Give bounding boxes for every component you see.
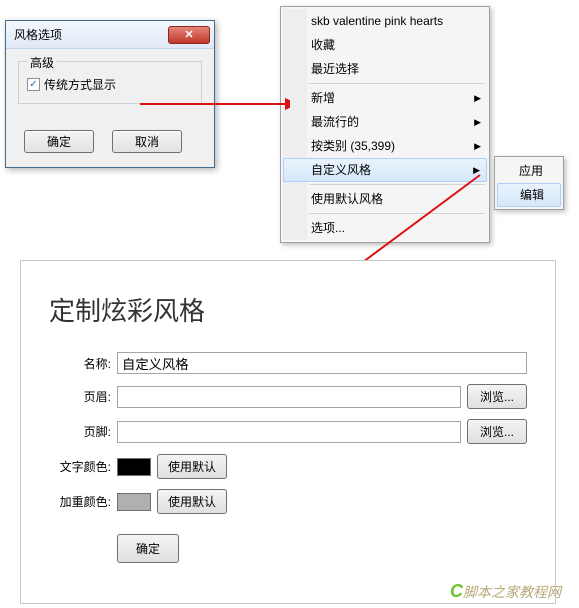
menu-item-favorites[interactable]: 收藏 xyxy=(283,33,487,57)
chevron-right-icon: ▶ xyxy=(474,114,481,130)
close-button[interactable]: ✕ xyxy=(168,26,210,44)
submenu-item-apply[interactable]: 应用 xyxy=(497,159,561,183)
dialog-buttons: 确定 取消 xyxy=(6,116,214,167)
checkbox-row[interactable]: ✓ 传统方式显示 xyxy=(27,76,193,93)
check-icon: ✓ xyxy=(29,79,37,90)
traditional-display-checkbox[interactable]: ✓ xyxy=(27,78,40,91)
form-row-header: 页眉: 浏览... xyxy=(49,384,527,409)
submenu-item-edit[interactable]: 编辑 xyxy=(497,183,561,207)
cancel-button[interactable]: 取消 xyxy=(112,130,182,153)
accent-color-default-button[interactable]: 使用默认 xyxy=(157,489,227,514)
browse-header-button[interactable]: 浏览... xyxy=(467,384,527,409)
panel-title: 定制炫彩风格 xyxy=(49,291,527,328)
menu-item-skb[interactable]: skb valentine pink hearts xyxy=(283,9,487,33)
text-color-swatch[interactable] xyxy=(117,458,151,476)
menu-item-label: 按类别 (35,399) xyxy=(311,139,395,153)
watermark: C脚本之家教程网 xyxy=(450,581,561,602)
form-row-text-color: 文字颜色: 使用默认 xyxy=(49,454,527,479)
footer-input[interactable] xyxy=(117,421,461,443)
menu-item-popular[interactable]: 最流行的 ▶ xyxy=(283,110,487,134)
dialog-titlebar[interactable]: 风格选项 ✕ xyxy=(6,21,214,49)
menu-separator xyxy=(309,83,485,84)
form-row-confirm: 确定 xyxy=(49,534,527,563)
dialog-title: 风格选项 xyxy=(14,26,62,43)
menu-item-new[interactable]: 新增 ▶ xyxy=(283,86,487,110)
header-input[interactable] xyxy=(117,386,461,408)
arrow-annotation-icon xyxy=(140,94,290,114)
submenu: 应用 编辑 xyxy=(494,156,564,210)
name-label: 名称: xyxy=(49,355,111,372)
accent-color-swatch[interactable] xyxy=(117,493,151,511)
header-label: 页眉: xyxy=(49,388,111,405)
menu-item-recent[interactable]: 最近选择 xyxy=(283,57,487,81)
text-color-label: 文字颜色: xyxy=(49,458,111,475)
checkbox-label: 传统方式显示 xyxy=(44,76,116,93)
close-icon: ✕ xyxy=(184,28,193,41)
ok-button[interactable]: 确定 xyxy=(24,130,94,153)
form-row-name: 名称: xyxy=(49,352,527,374)
menu-item-category[interactable]: 按类别 (35,399) ▶ xyxy=(283,134,487,158)
menu-item-label: 新增 xyxy=(311,91,335,105)
chevron-right-icon: ▶ xyxy=(474,138,481,154)
footer-label: 页脚: xyxy=(49,423,111,440)
form-row-footer: 页脚: 浏览... xyxy=(49,419,527,444)
browse-footer-button[interactable]: 浏览... xyxy=(467,419,527,444)
menu-item-label: 最流行的 xyxy=(311,115,359,129)
confirm-button[interactable]: 确定 xyxy=(117,534,179,563)
custom-style-panel: 定制炫彩风格 名称: 页眉: 浏览... 页脚: 浏览... 文字颜色: 使用默… xyxy=(20,260,556,604)
name-input[interactable] xyxy=(117,352,527,374)
text-color-default-button[interactable]: 使用默认 xyxy=(157,454,227,479)
form-row-accent-color: 加重颜色: 使用默认 xyxy=(49,489,527,514)
watermark-c: C xyxy=(450,581,463,601)
watermark-text: 脚本之家教程网 xyxy=(463,584,561,600)
chevron-right-icon: ▶ xyxy=(474,90,481,106)
groupbox-title: 高级 xyxy=(27,54,57,71)
accent-color-label: 加重颜色: xyxy=(49,493,111,510)
